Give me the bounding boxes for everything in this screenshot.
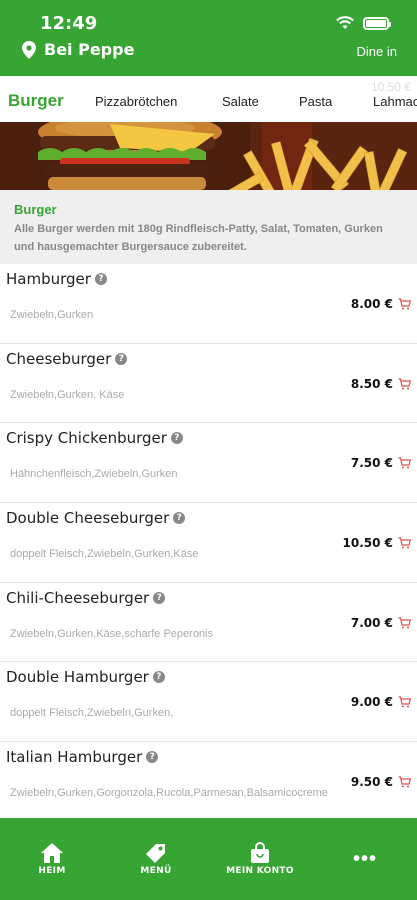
category-description: Burger Alle Burger werden mit 180g Rindf… [0,190,417,264]
cart-icon[interactable] [398,617,411,629]
item-price: 10.50 € [342,536,393,551]
dine-in-toggle[interactable]: Dine in [357,44,397,59]
tab-lahmacun[interactable]: Lahmac [373,94,417,109]
category-description-text: Alle Burger werden mit 180g Rindfleisch-… [14,223,383,253]
bag-icon [251,842,269,863]
battery-icon [363,16,391,30]
status-time: 12:49 [40,13,98,34]
app-header: 12:49 Bei Peppe Dine in [0,0,417,76]
menu-item[interactable]: Chili-Cheeseburger? Zwiebeln,Gurken,Käse… [0,583,417,663]
item-price: 7.00 € [350,615,393,630]
info-icon[interactable]: ? [173,512,186,525]
info-icon[interactable]: ? [115,352,128,365]
category-banner-image [0,122,417,190]
location-selector[interactable]: Bei Peppe [22,40,134,59]
tag-icon [146,844,165,863]
info-icon[interactable]: ? [94,273,107,285]
item-price: 9.00 € [350,695,393,710]
item-name: Cheeseburger [6,349,112,368]
nav-account[interactable]: MEIN KONTO [210,842,310,876]
nav-menu-label: MENÜ [140,866,172,876]
info-icon[interactable]: ? [146,751,159,764]
item-description: doppelt Fleisch,Zwiebeln,Gurken, [10,707,174,720]
menu-item-list: Hamburger? Zwiebeln,Gurken 8.00 € Cheese… [0,264,417,822]
category-title: Burger [14,202,57,217]
cart-icon[interactable] [398,776,411,788]
item-description: Hähnchenfleisch,Zwiebeln,Gurken [10,468,178,481]
item-price: 7.50 € [350,456,393,471]
item-price: 8.00 € [350,297,393,311]
home-icon [41,843,63,863]
cart-icon[interactable] [398,378,411,390]
item-name: Chili-Cheeseburger [6,588,150,607]
menu-item[interactable]: Hamburger? Zwiebeln,Gurken 8.00 € [0,264,417,344]
tab-pizzabroetchen[interactable]: Pizzabrötchen [95,94,177,109]
ghost-price: 10.50 € [370,80,411,94]
more-icon[interactable]: ••• [353,848,377,871]
tab-pasta[interactable]: Pasta [299,94,332,109]
item-name: Italian Hamburger [6,748,143,767]
item-name: Double Hamburger [6,668,149,687]
menu-item[interactable]: Double Hamburger? doppelt Fleisch,Zwiebe… [0,662,417,743]
cart-icon[interactable] [398,298,411,310]
nav-menu[interactable]: MENÜ [106,842,206,876]
nav-account-label: MEIN KONTO [226,866,294,876]
item-name: Double Cheeseburger [6,509,170,528]
info-icon[interactable]: ? [170,432,183,445]
menu-item[interactable]: Double Cheeseburger? doppelt Fleisch,Zwi… [0,503,417,583]
cart-icon[interactable] [398,537,411,549]
nav-home-label: HEIM [38,866,66,876]
info-icon[interactable]: ? [152,671,165,684]
item-name: Crispy Chickenburger [6,429,167,448]
bottom-navigation: HEIM MENÜ MEIN KONTO ••• [0,818,417,900]
item-description: doppelt Fleisch,Zwiebeln,Gurken,Käse [10,548,199,561]
nav-home[interactable]: HEIM [2,842,102,876]
info-icon[interactable]: ? [153,591,166,604]
item-description: Zwiebeln,Gurken,Käse,scharfe Peperonis [10,627,213,640]
cart-icon[interactable] [398,457,411,469]
menu-item[interactable]: Crispy Chickenburger? Hähnchenfleisch,Zw… [0,423,417,504]
item-name: Hamburger [6,270,91,288]
item-price: 9.50 € [350,775,393,790]
menu-item[interactable]: Cheeseburger? Zwiebeln,Gurken, Käse 8.50… [0,344,417,424]
item-description: Zwiebeln,Gurken, Käse [10,388,125,401]
category-tabs: 10.50 € Burger Pizzabrötchen Salate Past… [0,76,417,122]
item-description: Zwiebeln,Gurken [10,309,94,321]
status-icons [335,16,391,30]
item-description: Zwiebeln,Gurken,Gorgonzola,Rucola,Parmes… [10,787,328,800]
restaurant-name: Bei Peppe [44,40,135,59]
wifi-icon [336,16,354,29]
cart-icon[interactable] [398,696,411,708]
menu-item[interactable]: Italian Hamburger? Zwiebeln,Gurken,Gorgo… [0,742,417,822]
tab-salate[interactable]: Salate [222,94,259,109]
item-price: 8.50 € [350,376,393,391]
location-pin-icon [22,40,36,59]
tab-burger[interactable]: Burger [8,91,64,111]
